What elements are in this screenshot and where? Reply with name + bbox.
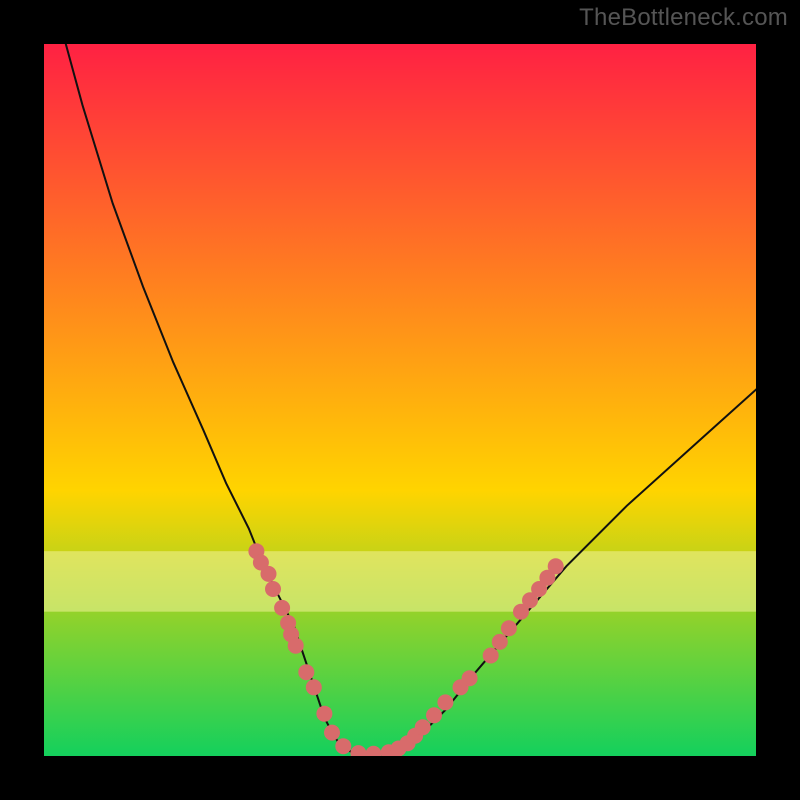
- gradient-background: [22, 22, 778, 778]
- watermark-text: TheBottleneck.com: [579, 4, 788, 32]
- highlight-dot: [483, 648, 499, 664]
- highlight-dot: [298, 664, 314, 680]
- highlight-dot: [492, 634, 508, 650]
- highlight-dot: [462, 670, 478, 686]
- chart-container: TheBottleneck.com: [0, 0, 800, 800]
- highlight-dot: [415, 719, 431, 735]
- highlight-dot: [548, 558, 564, 574]
- highlight-dot: [324, 725, 340, 741]
- highlight-dot: [288, 638, 304, 654]
- chart-svg: [0, 0, 800, 800]
- highlight-dot: [261, 566, 277, 582]
- highlight-dot: [335, 738, 351, 754]
- highlight-dot: [316, 706, 332, 722]
- highlight-dot: [437, 694, 453, 710]
- highlight-dot: [501, 620, 517, 636]
- highlight-dot: [306, 679, 322, 695]
- threshold-band: [22, 551, 778, 611]
- highlight-dot: [274, 600, 290, 616]
- highlight-dot: [265, 581, 281, 597]
- highlight-dot: [426, 707, 442, 723]
